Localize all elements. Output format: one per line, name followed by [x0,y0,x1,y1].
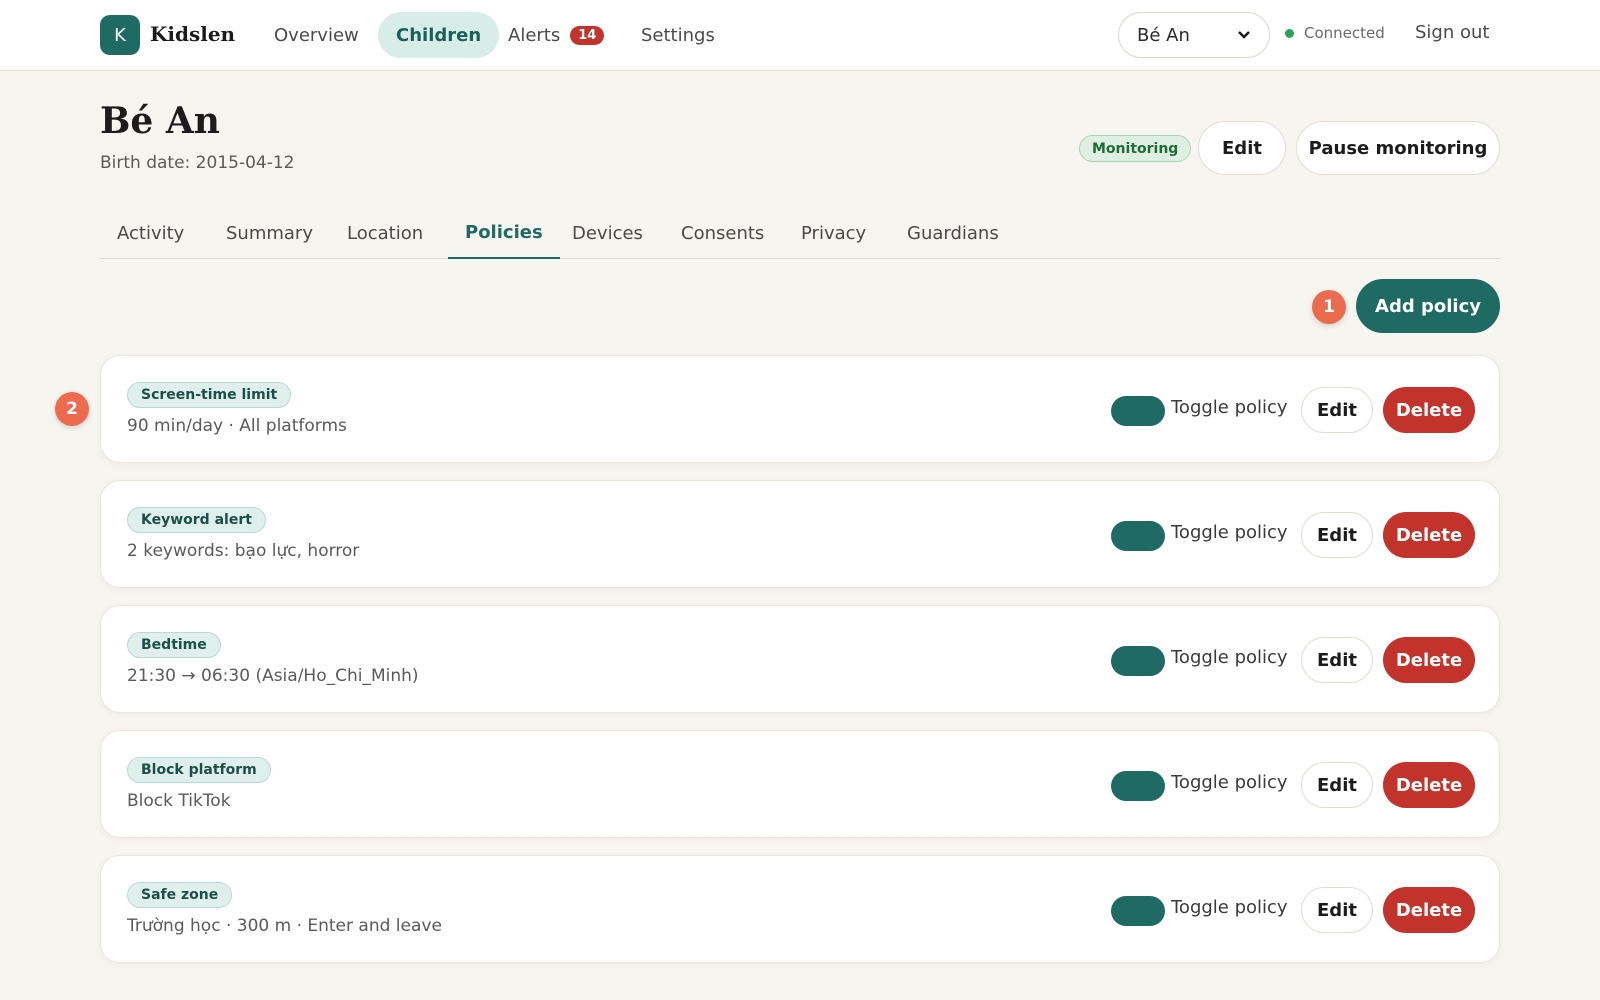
tab-activity[interactable]: Activity [100,208,201,259]
toggle-policy-label: Toggle policy [1171,397,1288,418]
policy-toggle[interactable] [1111,396,1165,426]
app-name: Kidslen [150,22,236,46]
tab-location[interactable]: Location [330,208,440,259]
edit-policy-button[interactable]: Edit [1301,637,1373,683]
child-select-value: Bé An [1137,24,1190,46]
edit-policy-button[interactable]: Edit [1301,762,1373,808]
policy-card: Screen-time limit 90 min/day · All platf… [100,355,1500,463]
toggle-policy-label: Toggle policy [1171,647,1288,668]
tab-consents[interactable]: Consents [664,208,781,259]
policy-type-tag: Block platform [127,757,271,783]
page-title: Bé An [100,100,220,142]
policy-toggle[interactable] [1111,771,1165,801]
logo-icon: K [100,15,140,55]
nav-children[interactable]: Children [378,12,500,58]
nav-alerts-label: Alerts [508,24,561,46]
tab-devices[interactable]: Devices [555,208,660,259]
nav-alerts[interactable]: Alerts 14 [490,12,622,58]
policy-card: Bedtime 21:30 → 06:30 (Asia/Ho_Chi_Minh)… [100,605,1500,713]
policy-card: Safe zone Trường học · 300 m · Enter and… [100,855,1500,963]
policy-toggle[interactable] [1111,646,1165,676]
policy-description: 21:30 → 06:30 (Asia/Ho_Chi_Minh) [127,666,419,686]
connection-status-label: Connected [1304,24,1385,42]
policy-type-tag: Keyword alert [127,507,266,533]
step-marker-1: 1 [1312,290,1346,324]
status-dot-icon [1285,28,1294,38]
connection-status: Connected [1285,24,1385,42]
policy-card: Keyword alert 2 keywords: bạo lực, horro… [100,480,1500,588]
policy-toggle[interactable] [1111,896,1165,926]
nav-overview[interactable]: Overview [256,12,377,58]
edit-policy-button[interactable]: Edit [1301,387,1373,433]
child-select[interactable]: Bé An [1118,12,1270,58]
tab-guardians[interactable]: Guardians [890,208,1016,259]
child-tabs: Activity Summary Location Policies Devic… [100,208,1500,259]
alerts-count-badge: 14 [570,25,605,45]
tab-policies[interactable]: Policies [448,208,560,259]
sign-out-link[interactable]: Sign out [1415,22,1489,43]
policy-type-tag: Screen-time limit [127,382,292,408]
pause-monitoring-button[interactable]: Pause monitoring [1296,121,1500,175]
policy-type-tag: Safe zone [127,882,233,908]
add-policy-button[interactable]: Add policy [1356,279,1500,333]
policy-description: 2 keywords: bạo lực, horror [127,541,360,561]
delete-policy-button[interactable]: Delete [1383,512,1475,558]
toggle-policy-label: Toggle policy [1171,522,1288,543]
nav-settings-label: Settings [641,24,715,46]
delete-policy-button[interactable]: Delete [1383,637,1475,683]
nav-overview-label: Overview [274,24,359,46]
toggle-policy-label: Toggle policy [1171,772,1288,793]
edit-child-button[interactable]: Edit [1198,121,1286,175]
delete-policy-button[interactable]: Delete [1383,387,1475,433]
top-bar: K Kidslen Overview Children Alerts 14 Set… [0,0,1600,71]
step-marker-2: 2 [55,392,89,426]
tab-summary[interactable]: Summary [209,208,330,259]
edit-policy-button[interactable]: Edit [1301,512,1373,558]
toggle-policy-label: Toggle policy [1171,897,1288,918]
birth-date: Birth date: 2015-04-12 [100,153,295,173]
policy-toggle[interactable] [1111,521,1165,551]
nav-children-label: Children [396,24,482,46]
policy-card: Block platform Block TikTok Toggle polic… [100,730,1500,838]
policy-description: 90 min/day · All platforms [127,416,347,436]
policy-description: Block TikTok [127,791,231,811]
delete-policy-button[interactable]: Delete [1383,887,1475,933]
policy-type-tag: Bedtime [127,632,221,658]
status-badge: Monitoring [1079,135,1192,162]
chevron-down-icon [1238,31,1250,39]
delete-policy-button[interactable]: Delete [1383,762,1475,808]
edit-policy-button[interactable]: Edit [1301,887,1373,933]
tab-privacy[interactable]: Privacy [784,208,883,259]
policy-description: Trường học · 300 m · Enter and leave [127,916,442,936]
nav-settings[interactable]: Settings [623,12,733,58]
